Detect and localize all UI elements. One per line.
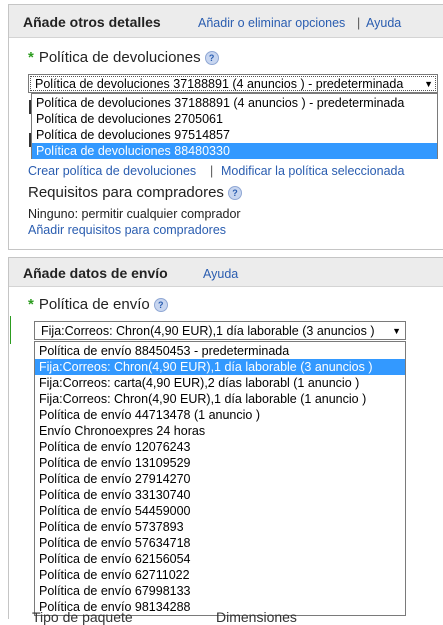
- dropdown-option[interactable]: Política de envío 5737893: [35, 519, 405, 535]
- dropdown-option[interactable]: Política de envío 57634718: [35, 535, 405, 551]
- asterisk-icon: *: [28, 296, 34, 313]
- return-policy-label: * Política de devoluciones?: [28, 49, 219, 66]
- details-help-link[interactable]: Ayuda: [366, 16, 401, 30]
- shipping-policy-select[interactable]: Fija:Correos: Chron(4,90 EUR),1 día labo…: [34, 321, 406, 340]
- return-policy-label-text: Política de devoluciones: [38, 49, 201, 66]
- shipping-header: Añade datos de envío Ayuda: [9, 258, 443, 287]
- dropdown-option[interactable]: Política de devoluciones 97514857: [32, 127, 437, 143]
- dropdown-option[interactable]: Política de devoluciones 37188891 (4 anu…: [32, 95, 437, 111]
- shipping-policy-label: * Política de envío?: [28, 296, 168, 313]
- create-return-policy-link[interactable]: Crear política de devoluciones: [28, 164, 196, 178]
- shipping-policy-label-text: Política de envío: [38, 296, 150, 313]
- asterisk-icon: *: [28, 49, 34, 66]
- obscured-field-label: Tipo de paquete: [32, 609, 133, 625]
- dropdown-option[interactable]: Política de envío 27914270: [35, 471, 405, 487]
- dropdown-option[interactable]: Fija:Correos: carta(4,90 EUR),2 días lab…: [35, 375, 405, 391]
- dropdown-option[interactable]: Política de envío 12076243: [35, 439, 405, 455]
- return-policy-selected: Política de devoluciones 37188891 (4 anu…: [35, 77, 404, 91]
- help-icon[interactable]: ?: [153, 298, 168, 313]
- dropdown-option[interactable]: Política de envío 62156054: [35, 551, 405, 567]
- dropdown-option[interactable]: Política de envío 44713478 (1 anuncio ): [35, 407, 405, 423]
- details-header: Añade otros detalles Añadir o eliminar o…: [9, 5, 443, 38]
- shipping-policy-dropdown: Política de envío 88450453 - predetermin…: [34, 341, 406, 616]
- modify-policy-link[interactable]: Modificar la política seleccionada: [221, 164, 404, 178]
- return-policy-dropdown: Política de devoluciones 37188891 (4 anu…: [31, 93, 438, 159]
- shipping-policy-selected: Fija:Correos: Chron(4,90 EUR),1 día labo…: [41, 324, 375, 338]
- shipping-help-link[interactable]: Ayuda: [203, 267, 238, 281]
- obscured-field-fragment: [10, 316, 11, 344]
- dropdown-option[interactable]: Política de envío 62711022: [35, 567, 405, 583]
- buyer-requirements-label: Requisitos para compradores?: [28, 184, 242, 201]
- shipping-title: Añade datos de envío: [23, 265, 168, 281]
- header-separator: |: [357, 16, 361, 30]
- return-policy-select[interactable]: Política de devoluciones 37188891 (4 anu…: [28, 74, 438, 93]
- dropdown-option[interactable]: Fija:Correos: Chron(4,90 EUR),1 día labo…: [35, 391, 405, 407]
- help-icon[interactable]: ?: [227, 186, 242, 201]
- obscured-field-label: Dimensiones: [216, 609, 297, 625]
- dropdown-option[interactable]: Política de devoluciones 88480330: [32, 143, 437, 159]
- chevron-down-icon: ▼: [424, 79, 433, 89]
- dropdown-option[interactable]: Envío Chronoexpres 24 horas: [35, 423, 405, 439]
- link-separator: |: [210, 164, 214, 178]
- dropdown-option[interactable]: Política de devoluciones 2705061: [32, 111, 437, 127]
- dropdown-option[interactable]: Política de envío 88450453 - predetermin…: [35, 343, 405, 359]
- add-remove-options-link[interactable]: Añadir o eliminar opciones: [198, 16, 345, 30]
- buyer-requirements-value: Ninguno: permitir cualquier comprador: [28, 207, 241, 221]
- help-icon[interactable]: ?: [204, 51, 219, 66]
- dropdown-option[interactable]: Política de envío 54459000: [35, 503, 405, 519]
- details-title: Añade otros detalles: [23, 14, 161, 30]
- add-buyer-requirements-link[interactable]: Añadir requisitos para compradores: [28, 223, 226, 237]
- dropdown-option[interactable]: Política de envío 67998133: [35, 583, 405, 599]
- dropdown-option[interactable]: Política de envío 33130740: [35, 487, 405, 503]
- dropdown-option[interactable]: Política de envío 13109529: [35, 455, 405, 471]
- chevron-down-icon: ▼: [392, 326, 401, 336]
- dropdown-option[interactable]: Fija:Correos: Chron(4,90 EUR),1 día labo…: [35, 359, 405, 375]
- buyer-requirements-label-text: Requisitos para compradores: [28, 184, 224, 201]
